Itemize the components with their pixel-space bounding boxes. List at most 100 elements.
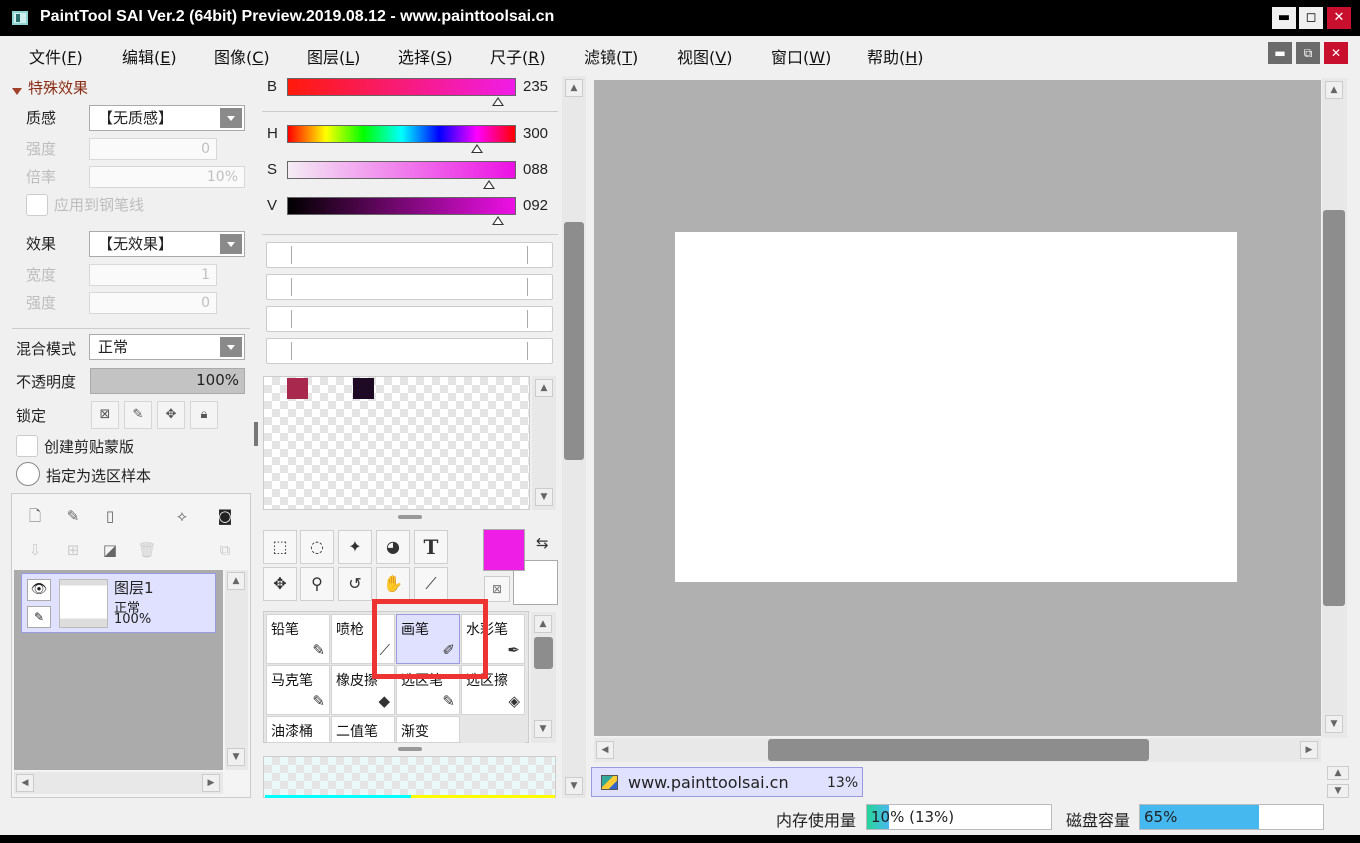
mixer-slider-4[interactable] — [266, 338, 553, 364]
canvas-paper[interactable] — [675, 232, 1237, 582]
maximize-button[interactable]: ◻ — [1299, 7, 1323, 29]
doc-restore-button[interactable]: ⧉ — [1296, 42, 1320, 64]
scroll-thumb[interactable] — [768, 739, 1149, 761]
slider-s-marker[interactable] — [482, 180, 495, 189]
tab-scroll-up-icon[interactable]: ▲ — [1327, 766, 1349, 780]
opacity-slider[interactable]: 100% — [90, 368, 245, 394]
scroll-left-icon[interactable]: ◀ — [596, 741, 614, 759]
middle-vscrollbar[interactable]: ▲ ▼ — [562, 76, 586, 798]
menu-image[interactable]: 图像(C) — [214, 44, 270, 68]
effect-select[interactable]: 【无效果】 — [89, 231, 245, 257]
scroll-down-icon[interactable]: ▼ — [534, 720, 552, 738]
brush-scrollbar[interactable]: ▲ ▼ — [531, 612, 556, 743]
slider-v-marker[interactable] — [491, 216, 504, 225]
scale-field[interactable]: 10% — [89, 166, 245, 188]
swap-colors-icon[interactable]: ⇆ — [536, 534, 549, 552]
shape-fill-tool[interactable]: ◕ — [376, 530, 410, 564]
scroll-left-icon[interactable]: ◀ — [16, 774, 34, 792]
mixer-slider-3[interactable] — [266, 306, 553, 332]
mixer-slider-2[interactable] — [266, 274, 553, 300]
brush-bucket[interactable]: 油漆桶 — [266, 716, 330, 743]
slider-s-bar[interactable] — [287, 161, 516, 179]
pen-icon[interactable]: ✎ — [27, 606, 51, 628]
menu-window[interactable]: 窗口(W) — [771, 44, 831, 68]
strength-field[interactable]: 0 — [89, 138, 217, 160]
blend-mode-select[interactable]: 正常 — [89, 334, 245, 360]
scroll-down-icon[interactable]: ▼ — [535, 488, 553, 506]
hand-tool[interactable]: ✋ — [376, 567, 410, 601]
menu-select[interactable]: 选择(S) — [398, 44, 453, 68]
slider-b-marker[interactable] — [491, 97, 504, 106]
foreground-color[interactable] — [483, 529, 525, 571]
slider-h-marker[interactable] — [471, 144, 484, 153]
close-button[interactable]: ✕ — [1327, 7, 1351, 29]
lasso-tool[interactable]: ◌ — [300, 530, 334, 564]
zoom-tool[interactable]: ⚲ — [300, 567, 334, 601]
magic-wand-tool[interactable]: ✦ — [338, 530, 372, 564]
clear-layer-icon[interactable]: ◪ — [100, 540, 120, 560]
text-tool[interactable]: T — [414, 530, 448, 564]
new-layer-icon[interactable]: 🗋︎ — [25, 506, 45, 526]
scroll-down-icon[interactable]: ▼ — [565, 777, 583, 795]
document-tab[interactable]: www.painttoolsai.cn 13% — [591, 767, 863, 797]
brush-binary-pen[interactable]: 二值笔 — [331, 716, 395, 743]
lock-move-icon[interactable]: ✥ — [157, 401, 185, 429]
swatch-scrollbar[interactable]: ▲ ▼ — [532, 376, 556, 510]
scroll-up-icon[interactable]: ▲ — [565, 79, 583, 97]
menu-view[interactable]: 视图(V) — [677, 44, 732, 68]
selection-source-radio[interactable] — [16, 462, 40, 486]
brush-pencil[interactable]: 铅笔 ✎ — [266, 614, 330, 664]
scroll-thumb[interactable] — [534, 637, 553, 669]
mixer-slider-1[interactable] — [266, 242, 553, 268]
tab-scroll-down-icon[interactable]: ▼ — [1327, 784, 1349, 798]
slider-b-bar[interactable] — [287, 78, 516, 96]
slider-h-bar[interactable] — [287, 125, 516, 143]
scroll-thumb[interactable] — [564, 222, 584, 460]
menu-filter[interactable]: 滤镜(T) — [584, 44, 638, 68]
brush-gradient[interactable]: 渐变 — [396, 716, 460, 743]
texture-select[interactable]: 【无质感】 — [89, 105, 245, 131]
collapse-arrow-icon[interactable] — [12, 88, 22, 95]
layer-vscrollbar[interactable]: ▲ ▼ — [225, 570, 248, 770]
clipping-checkbox[interactable] — [16, 435, 38, 457]
scroll-down-icon[interactable]: ▼ — [1325, 715, 1343, 733]
scroll-down-icon[interactable]: ▼ — [227, 748, 245, 766]
scroll-up-icon[interactable]: ▲ — [534, 615, 552, 633]
canvas-vscrollbar[interactable]: ▲ ▼ — [1322, 78, 1347, 738]
scroll-up-icon[interactable]: ▲ — [227, 572, 245, 590]
scroll-thumb[interactable] — [1323, 210, 1345, 606]
slider-v-bar[interactable] — [287, 197, 516, 215]
menu-file[interactable]: 文件(F) — [29, 44, 83, 68]
scroll-right-icon[interactable]: ▶ — [1300, 741, 1318, 759]
layer-row[interactable]: 👁︎ ✎ 图层1 正常 100% — [21, 573, 216, 633]
move-tool[interactable]: ✥ — [263, 567, 297, 601]
panel-resize-handle[interactable] — [254, 422, 258, 446]
scroll-up-icon[interactable]: ▲ — [535, 379, 553, 397]
canvas-hscrollbar[interactable]: ◀ ▶ — [594, 738, 1321, 762]
minimize-button[interactable]: ▬ — [1272, 7, 1296, 29]
scroll-right-icon[interactable]: ▶ — [202, 774, 220, 792]
swatch-color-2[interactable] — [353, 378, 374, 399]
lock-transparency-icon[interactable]: ⊠ — [91, 401, 119, 429]
menu-ruler[interactable]: 尺子(R) — [490, 44, 546, 68]
rotate-tool[interactable]: ↺ — [338, 567, 372, 601]
doc-minimize-button[interactable]: ▬ — [1268, 42, 1292, 64]
new-vector-layer-icon[interactable]: ✎ — [63, 506, 83, 526]
menu-edit[interactable]: 编辑(E) — [122, 44, 177, 68]
doc-close-button[interactable]: ✕ — [1324, 42, 1348, 64]
brush-empty-slot[interactable] — [461, 716, 525, 743]
layer-filter-icon[interactable]: ⟡ — [172, 506, 192, 526]
swatch-color-1[interactable] — [287, 378, 308, 399]
strength2-field[interactable]: 0 — [89, 292, 217, 314]
menu-help[interactable]: 帮助(H) — [867, 44, 924, 68]
menu-layer[interactable]: 图层(L) — [307, 44, 360, 68]
apply-pen-checkbox[interactable] — [26, 194, 48, 216]
scroll-up-icon[interactable]: ▲ — [1325, 81, 1343, 99]
mask-icon[interactable]: ◙ — [215, 506, 235, 526]
layer-hscrollbar[interactable]: ◀ ▶ — [14, 772, 223, 794]
lock-all-icon[interactable]: 🔒︎ — [190, 401, 218, 429]
eye-icon[interactable]: 👁︎ — [27, 579, 51, 601]
eyedropper-tool[interactable]: ⟋ — [414, 567, 448, 601]
splitter-handle[interactable] — [398, 747, 422, 751]
new-folder-icon[interactable]: ▯ — [100, 506, 120, 526]
